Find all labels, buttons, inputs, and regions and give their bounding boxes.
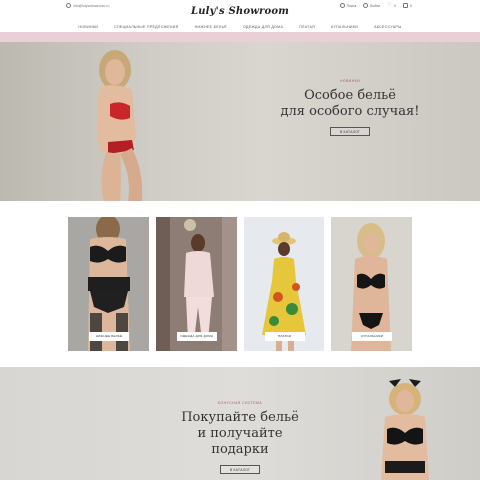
hero-banner[interactable]: Новинки Особое бельё для особого случая!… [0, 42, 480, 201]
cart-count: 0 [410, 3, 412, 8]
login-label: Войти [370, 3, 381, 8]
hero-catalog-button[interactable]: В каталог [330, 127, 370, 136]
user-icon [363, 3, 369, 8]
hero-title-line2: для особого случая! [280, 104, 420, 119]
promo-text: Бонусная система Покупайте бельё и получ… [170, 401, 310, 476]
promo-title-line1: Покупайте бельё [181, 410, 299, 425]
nav-item-new[interactable]: Новинки [78, 23, 98, 32]
cart-button[interactable]: 0 [403, 3, 412, 8]
login-button[interactable]: Войти [363, 3, 380, 8]
header-tools: Поиск Войти ♡ 0 0 [339, 3, 412, 8]
promo-model-image [381, 379, 429, 480]
wishlist-button[interactable]: ♡ 0 [387, 3, 396, 8]
category-dresses-image [243, 217, 325, 351]
hero-title: Особое бельё для особого случая! [280, 88, 420, 120]
hero-title-line1: Особое бельё [304, 88, 396, 103]
category-swimwear-label[interactable]: Купальники [352, 332, 393, 341]
nav-item-accessories[interactable]: Аксессуары [374, 23, 402, 32]
search-icon [339, 3, 345, 8]
promo-eyebrow: Бонусная система [217, 401, 263, 405]
promo-strip [0, 32, 480, 42]
category-lingerie-image [68, 217, 149, 351]
promo-title-line2: и получайте подарки [197, 426, 283, 457]
hero-model-image [97, 50, 143, 201]
search-label: Поиск [346, 3, 357, 8]
category-swimwear[interactable]: Купальники [331, 217, 412, 351]
category-homewear[interactable]: Одежда для дома [155, 217, 237, 351]
cart-icon [403, 3, 409, 8]
category-lingerie-label[interactable]: Нижнее бельё [89, 332, 129, 341]
nav-item-special[interactable]: Специальные предложения [114, 23, 178, 32]
category-grid: Нижнее бельё Одежда для дома Плать [68, 217, 412, 351]
search-button[interactable]: Поиск [339, 3, 357, 8]
category-swimwear-image [331, 217, 412, 351]
nav-item-swimwear[interactable]: Купальники [331, 23, 358, 32]
category-dresses-label[interactable]: Платья [264, 332, 305, 341]
promo-title: Покупайте бельё и получайте подарки [170, 410, 310, 458]
promo-catalog-button[interactable]: В каталог [220, 465, 260, 474]
category-homewear-label[interactable]: Одежда для дома [176, 332, 217, 341]
nav-item-homewear[interactable]: Одежда для дома [243, 23, 283, 32]
nav-item-dresses[interactable]: Платья [299, 23, 315, 32]
category-homewear-image [155, 217, 237, 351]
wishlist-count: 0 [394, 3, 397, 8]
category-lingerie[interactable]: Нижнее бельё [68, 217, 149, 351]
hero-text: Новинки Особое бельё для особого случая!… [280, 79, 420, 138]
main-nav: Новинки Специальные предложения Нижнее б… [0, 23, 480, 32]
heart-icon: ♡ [387, 2, 392, 8]
bonus-banner[interactable]: Бонусная система Покупайте бельё и получ… [0, 367, 480, 480]
hero-eyebrow: Новинки [340, 79, 360, 83]
nav-item-lingerie[interactable]: Нижнее бельё [195, 23, 227, 32]
category-dresses[interactable]: Платья [243, 217, 325, 351]
